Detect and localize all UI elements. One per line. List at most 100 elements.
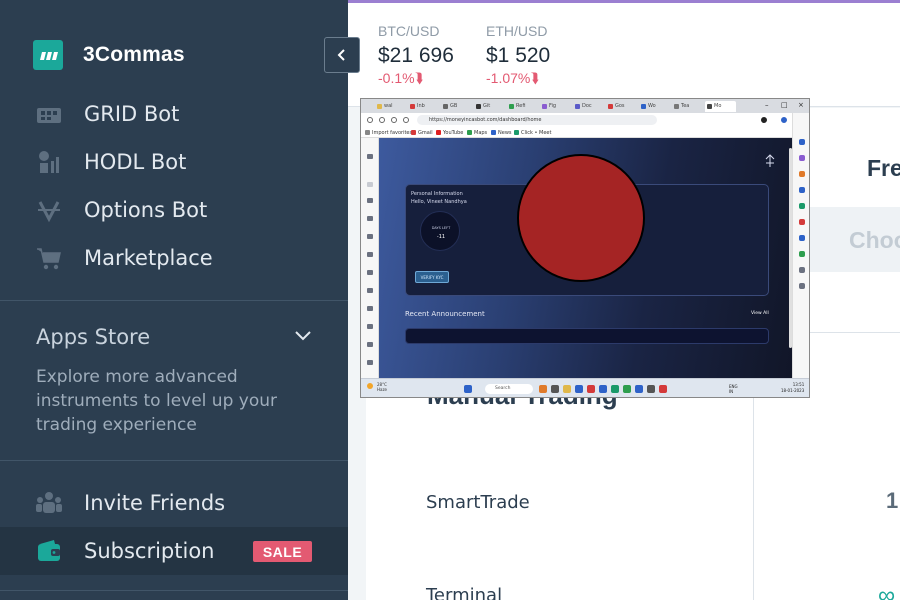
browser-tab: Gos — [606, 101, 637, 112]
hodl-bot-icon — [36, 149, 62, 175]
apps-store-title[interactable]: Apps Store — [36, 325, 150, 349]
sidebar-divider — [0, 460, 348, 461]
forward-icon — [379, 117, 385, 123]
grid-bot-icon — [36, 101, 62, 127]
edge-icon — [635, 385, 643, 393]
browser-tab: Doc — [573, 101, 604, 112]
ticker-price: $21 696 — [378, 44, 454, 67]
profile-icon — [761, 117, 767, 123]
ticker-price: $1 520 — [486, 44, 551, 67]
app-icon — [551, 385, 559, 393]
browser-tab: Git — [474, 101, 505, 112]
chevron-down-icon[interactable] — [294, 329, 312, 343]
app-icon — [623, 385, 631, 393]
ticker-eth[interactable]: ETH/USD $1 520 -1.07%⮯ — [486, 23, 550, 87]
app-icon — [587, 385, 595, 393]
arrow-down-icon: ⮯ — [414, 70, 423, 86]
sidebar-item-label: Invite Friends — [84, 491, 226, 515]
app-name: 3Commas — [83, 43, 185, 66]
sidebar-item-label: GRID Bot — [84, 102, 180, 126]
weather-text: 28°C Haze — [377, 382, 388, 392]
app-icon — [539, 385, 547, 393]
users-icon — [36, 490, 62, 516]
chevron-left-icon — [337, 49, 345, 61]
app-icon — [647, 385, 655, 393]
sidebar-item-label: Marketplace — [84, 246, 213, 270]
apps-store-description: Explore more advanced instruments to lev… — [36, 367, 277, 435]
start-icon — [464, 385, 472, 393]
back-icon — [367, 117, 373, 123]
language-indicator: ENG IN — [729, 384, 738, 394]
taskbar-search: Search — [485, 384, 533, 394]
tool-smarttrade[interactable]: SmartTrade — [426, 492, 530, 513]
logo-icon — [33, 40, 63, 70]
browser-tab: Wo — [639, 101, 670, 112]
ticker-pair: ETH/USD — [486, 23, 548, 39]
sidebar-item-hodl-bot[interactable]: HODL Bot — [0, 138, 348, 186]
taskbar-clock: 13:51 18-01-2023 — [781, 382, 805, 393]
bookmarks-bar: Import favorites Gmail YouTube Maps News… — [361, 127, 809, 138]
browser-tab-strip: wal Inb GB Git Refi Fig Doc Gos Wo Tea M… — [361, 99, 809, 113]
sidebar-item-label: Subscription — [84, 539, 215, 563]
sale-badge: SALE — [253, 541, 312, 562]
browser-tab: GB — [441, 101, 472, 112]
embedded-screenshot: wal Inb GB Git Refi Fig Doc Gos Wo Tea M… — [360, 98, 810, 398]
ticker-bar: BTC/USD $21 696 -0.1%⮯ ETH/USD $1 520 -1… — [348, 3, 900, 107]
site-sidebar — [361, 138, 379, 378]
announcement-title: Recent Announcement — [405, 310, 485, 318]
browser-tab-active: Mo — [705, 101, 736, 112]
browser-tab: Inb — [408, 101, 439, 112]
sidebar-item-marketplace[interactable]: Marketplace — [0, 234, 348, 282]
sidebar-divider — [0, 590, 348, 600]
app-icon — [659, 385, 667, 393]
bookmark: Gmail — [411, 130, 433, 136]
tool-terminal[interactable]: Terminal — [426, 585, 502, 600]
cart-icon — [36, 245, 62, 271]
taskbar: 28°C Haze Search ENG IN 13:51 18-01-2023 — [361, 378, 809, 397]
url-text: https://moneyincasbot.com/dashboard/home — [429, 117, 542, 123]
ticker-btc[interactable]: BTC/USD $21 696 -0.1%⮯ — [378, 23, 454, 87]
infinity-icon: ∞ — [878, 582, 896, 600]
browser-tab: Tea — [672, 101, 703, 112]
maximize-icon: □ — [781, 101, 788, 109]
vscode-icon — [599, 385, 607, 393]
browser-tab: wal — [375, 101, 406, 112]
card-title: Personal Information — [411, 191, 463, 197]
browser-tab: Refi — [507, 101, 538, 112]
sidebar-divider — [0, 300, 348, 301]
ticker-pair: BTC/USD — [378, 23, 440, 39]
close-icon: × — [798, 101, 804, 109]
bing-icon — [781, 117, 787, 123]
sidebar-item-label: Options Bot — [84, 198, 208, 222]
sidebar-item-invite-friends[interactable]: Invite Friends — [0, 479, 348, 527]
browser-address-bar: https://moneyincasbot.com/dashboard/home — [361, 113, 809, 127]
ticker-change: -0.1%⮯ — [378, 70, 423, 86]
sidebar-item-grid-bot[interactable]: GRID Bot — [0, 90, 348, 138]
minimize-icon: – — [765, 101, 769, 109]
bookmark: News — [491, 130, 512, 136]
verify-kyc-button: VERIFY KYC — [415, 271, 449, 283]
app-icon — [611, 385, 619, 393]
sidebar-item-options-bot[interactable]: Options Bot — [0, 186, 348, 234]
bookmark: Import favorites — [365, 130, 412, 136]
card-greeting: Hello, Vineet Nandhya — [411, 199, 467, 205]
options-bot-icon — [36, 197, 62, 223]
bookmark: Click • Meet — [514, 130, 551, 136]
smarttrade-limit-value: 1 — [886, 488, 899, 513]
weather-icon — [367, 383, 373, 389]
announcement-bar — [405, 328, 769, 344]
wallet-icon — [36, 538, 62, 564]
browser-tab: Fig — [540, 101, 571, 112]
plan-select-label: Choo — [849, 227, 900, 253]
arrow-down-icon: ⮯ — [530, 70, 539, 86]
home-icon — [403, 117, 409, 123]
redaction-circle — [517, 154, 645, 282]
folder-icon — [563, 385, 571, 393]
ticker-change: -1.07%⮯ — [486, 70, 539, 86]
brand-logo-icon — [765, 154, 775, 167]
reload-icon — [391, 117, 397, 123]
logo[interactable]: 3Commas — [33, 40, 185, 70]
app-icon — [575, 385, 583, 393]
collapse-sidebar-button[interactable] — [324, 37, 360, 73]
sidebar: 3Commas GRID Bot HODL Bot Options Bot Ma… — [0, 0, 348, 600]
